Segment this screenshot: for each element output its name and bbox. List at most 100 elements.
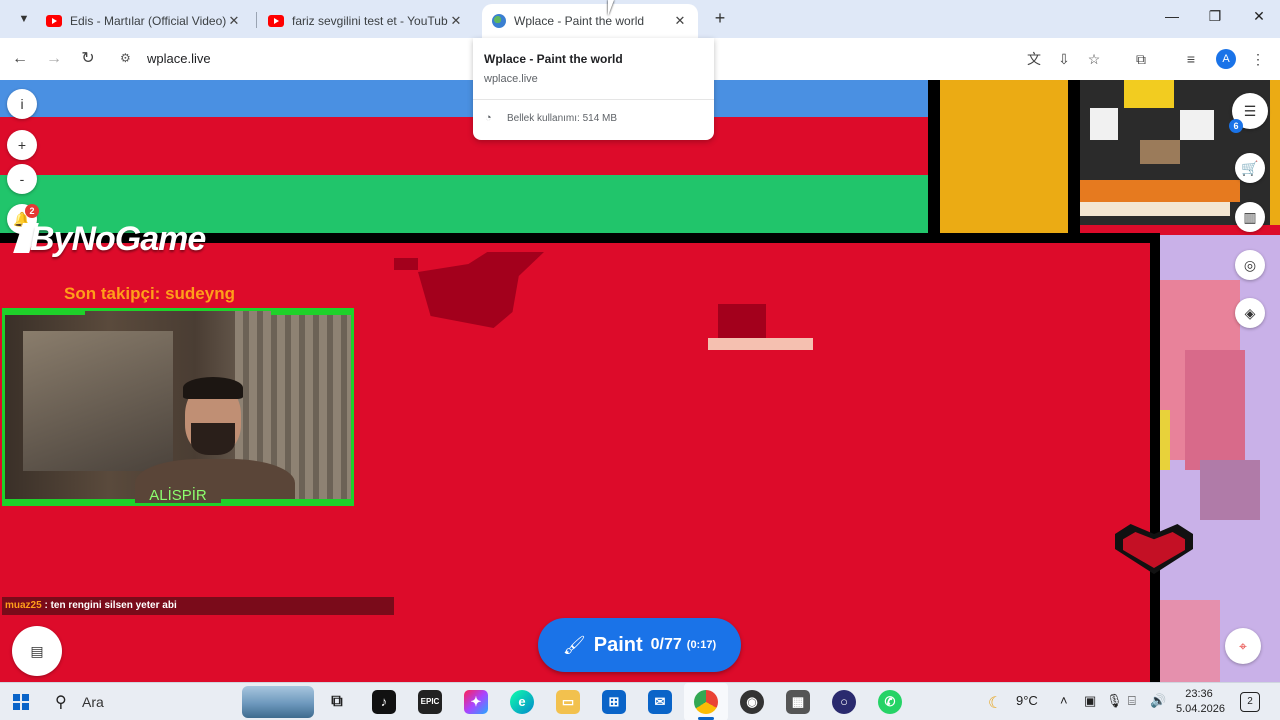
- paint-button[interactable]: 🖌 Paint 0/77 (0:17): [538, 618, 741, 672]
- black-divider: [928, 80, 940, 243]
- leaderboard-button[interactable]: ▥: [1235, 202, 1265, 232]
- close-tab-icon[interactable]: ✕: [448, 13, 464, 29]
- volume-icon[interactable]: 🔊: [1150, 693, 1166, 709]
- search-highlight-image[interactable]: [242, 686, 314, 718]
- tab-title: Wplace - Paint the world: [514, 14, 645, 28]
- close-tab-icon[interactable]: ✕: [672, 13, 688, 29]
- chrome-icon[interactable]: [694, 690, 718, 714]
- zoom-out-button[interactable]: -: [7, 164, 37, 194]
- color-palette-button[interactable]: ▤: [12, 626, 62, 676]
- windows-start-icon[interactable]: [13, 694, 29, 710]
- tab-wplace[interactable]: Wplace - Paint the world ✕: [482, 4, 698, 38]
- network-icon[interactable]: ⌸: [1128, 693, 1136, 709]
- chat-username: muaz25: [5, 600, 42, 611]
- pixel-art: [1180, 110, 1214, 140]
- edge-browser-icon[interactable]: e: [510, 690, 534, 714]
- whatsapp-icon[interactable]: ✆: [878, 690, 902, 714]
- streamer-name: ALİSPİR: [149, 487, 207, 504]
- screen-recorder-icon[interactable]: ○: [832, 690, 856, 714]
- tab-edis[interactable]: Edis - Martılar (Official Video) - ✕: [36, 4, 252, 38]
- pixel-art: [718, 304, 766, 338]
- info-button[interactable]: i: [7, 89, 37, 119]
- memory-gauge-icon: ◔: [485, 112, 492, 124]
- youtube-icon: [46, 15, 62, 27]
- profile-avatar[interactable]: A: [1216, 49, 1236, 69]
- red-band: [0, 117, 928, 175]
- notification-center-icon[interactable]: 2: [1240, 692, 1260, 712]
- close-tab-icon[interactable]: ✕: [226, 13, 242, 29]
- paint-label: Paint: [593, 633, 643, 656]
- taskbar-clock[interactable]: 23:36 5.04.2026: [1176, 687, 1225, 717]
- weather-temp[interactable]: 9°C: [1016, 693, 1038, 708]
- back-arrow-icon[interactable]: ←: [9, 48, 31, 70]
- url-text[interactable]: wplace.live: [147, 51, 211, 66]
- tab-hover-card: Wplace - Paint the world wplace.live ◔ B…: [473, 38, 714, 140]
- paint-charges: 0/77: [650, 636, 682, 653]
- paintbrush-icon: 🖌: [562, 634, 586, 655]
- hover-card-url: wplace.live: [484, 73, 538, 85]
- microsoft-store-icon[interactable]: ⊞: [602, 690, 626, 714]
- store-button[interactable]: 🛒: [1235, 153, 1265, 183]
- pixel-art: [1080, 202, 1230, 216]
- search-globe-icon: ◎: [1243, 257, 1257, 273]
- taskbar-search-label[interactable]: Ara: [82, 694, 104, 710]
- translate-icon[interactable]: 文: [1024, 49, 1044, 69]
- show-hidden-icons-chevron[interactable]: ˄: [1060, 693, 1068, 708]
- zoom-in-button[interactable]: +: [7, 130, 37, 160]
- extensions-icon[interactable]: ⧉: [1131, 49, 1151, 69]
- tab-separator: [256, 12, 257, 28]
- clock-date: 5.04.2026: [1176, 703, 1225, 715]
- tab-fariz[interactable]: fariz sevgilini test et - YouTube ✕: [258, 4, 474, 38]
- media-control-icon[interactable]: ≡: [1181, 49, 1201, 69]
- site-settings-icon[interactable]: ⚙: [120, 51, 131, 65]
- obs-studio-icon[interactable]: ◉: [740, 690, 764, 714]
- more-menu-icon[interactable]: ⋮: [1248, 49, 1268, 69]
- black-divider: [1068, 80, 1080, 243]
- tab-search-chevron-icon[interactable]: ▼: [10, 6, 38, 32]
- globe-icon: [492, 14, 506, 28]
- maximize-button[interactable]: ❐: [1203, 8, 1227, 30]
- bynogame-logo: ByNoGame: [30, 220, 206, 258]
- task-view-icon[interactable]: ⧉: [325, 690, 349, 714]
- microphone-icon[interactable]: 🎙: [1106, 693, 1123, 709]
- forward-arrow-icon[interactable]: →: [43, 48, 65, 70]
- search-location-button[interactable]: ◎: [1235, 250, 1265, 280]
- bookmark-star-icon[interactable]: ☆: [1084, 49, 1104, 69]
- minimize-button[interactable]: —: [1160, 8, 1184, 30]
- paint-timer: (0:17): [686, 639, 717, 651]
- new-tab-button[interactable]: +: [710, 8, 730, 30]
- install-app-icon[interactable]: ⇩: [1054, 49, 1074, 69]
- my-location-button[interactable]: ⌖: [1225, 628, 1261, 664]
- frame-accent: [5, 311, 85, 315]
- pixel-art: [1160, 600, 1220, 682]
- pixel-art: [1200, 460, 1260, 520]
- outlook-icon[interactable]: ✉: [648, 690, 672, 714]
- notification-count-badge: 2: [25, 204, 39, 218]
- youtube-icon: [268, 15, 284, 27]
- blue-band: [0, 80, 928, 117]
- file-explorer-icon[interactable]: ▭: [556, 690, 580, 714]
- pixel-art: [1080, 180, 1240, 202]
- copilot-icon[interactable]: ✦: [464, 690, 488, 714]
- layers-button[interactable]: ◈: [1235, 298, 1265, 328]
- webcam-overlay: ALİSPİR: [2, 308, 354, 506]
- moon-weather-icon[interactable]: ☾: [988, 693, 1002, 713]
- last-follower-text: Son takipçi: sudeyng: [64, 284, 235, 303]
- battery-saver-icon[interactable]: ▣: [1084, 693, 1096, 709]
- hover-card-title: Wplace - Paint the world: [484, 52, 623, 66]
- pixel-art: [1160, 410, 1170, 470]
- close-window-button[interactable]: ✕: [1247, 8, 1271, 30]
- search-icon[interactable]: ⚲: [55, 692, 67, 712]
- reload-icon[interactable]: ↻: [77, 48, 99, 70]
- epic-games-icon[interactable]: EPIC: [418, 690, 442, 714]
- pixel-art: [394, 258, 418, 270]
- pixel-art: [1090, 108, 1118, 140]
- yellow-block: [940, 80, 1068, 233]
- tiktok-icon[interactable]: ♪: [372, 690, 396, 714]
- divider: [473, 99, 714, 100]
- mouse-cursor-icon: [608, 0, 620, 16]
- wplace-canvas[interactable]: i + - 🔔 2 ☰ 6 🛒 ▥ ◎ ◈ ⌖ ▤ ByNoGame Son t…: [0, 80, 1280, 682]
- frame-accent: [271, 311, 351, 315]
- windows-taskbar: ⚲ Ara ⧉ ♪ EPIC ✦ e ▭ ⊞ ✉ ◉ ▦ ○ ✆ ☾ 9°C ˄…: [0, 682, 1280, 720]
- calculator-icon[interactable]: ▦: [786, 690, 810, 714]
